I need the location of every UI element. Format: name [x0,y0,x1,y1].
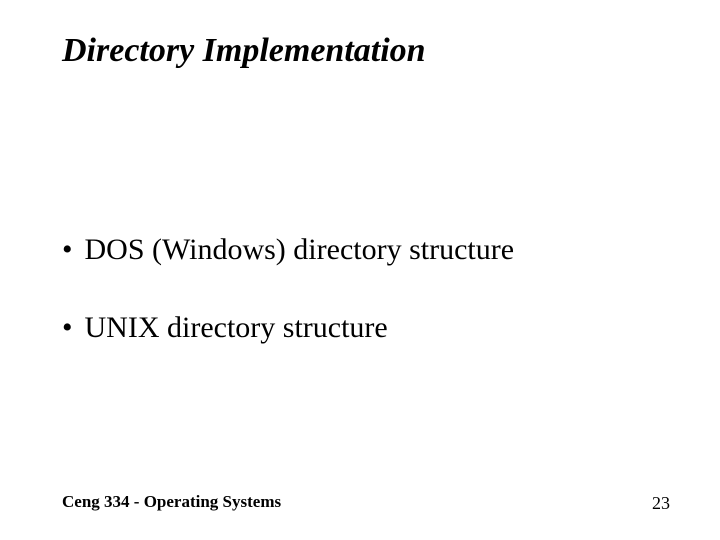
page-number: 23 [652,493,670,514]
bullet-text: UNIX directory structure [85,310,388,346]
list-item: • DOS (Windows) directory structure [62,232,670,268]
slide-title: Directory Implementation [62,32,426,70]
footer-course-label: Ceng 334 - Operating Systems [62,492,281,512]
list-item: • UNIX directory structure [62,310,670,346]
slide-container: Directory Implementation • DOS (Windows)… [0,0,720,540]
bullet-icon: • [62,310,73,346]
bullet-icon: • [62,232,73,268]
bullet-list: • DOS (Windows) directory structure • UN… [62,232,670,388]
bullet-text: DOS (Windows) directory structure [85,232,515,268]
